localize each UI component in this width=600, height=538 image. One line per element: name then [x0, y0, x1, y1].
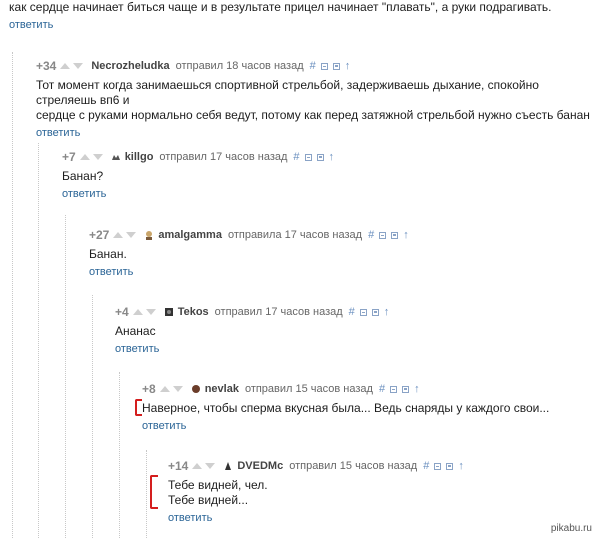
downvote-icon[interactable]	[145, 309, 156, 315]
comment-header: +14 DVEDMc отправил 15 часов назад # ↑	[168, 458, 464, 474]
downvote-icon[interactable]	[92, 154, 103, 160]
comment-header: +8 nevlak отправил 15 часов назад # ↑	[142, 381, 549, 397]
upvote-icon[interactable]	[159, 386, 170, 392]
author-name[interactable]: Tekos	[178, 306, 209, 318]
save-icon[interactable]	[316, 153, 324, 161]
downvote-icon[interactable]	[73, 63, 84, 69]
timestamp: отправила 17 часов назад	[227, 229, 363, 241]
save-icon[interactable]	[332, 62, 340, 70]
upvote-icon[interactable]	[192, 463, 203, 469]
parent-arrow-icon[interactable]: ↑	[414, 383, 420, 395]
comment-text-line: сердце с руками нормально себя ведут, по…	[36, 108, 590, 122]
reply-link[interactable]: ответить	[142, 420, 186, 432]
rating: +7	[62, 150, 76, 164]
collapse-icon[interactable]	[320, 62, 328, 70]
watermark-logo: pikabu.ru	[550, 523, 592, 534]
parent-arrow-icon[interactable]: ↑	[345, 60, 351, 72]
red-bracket-mark	[150, 475, 158, 509]
comment-dvedmc: +14 DVEDMc отправил 15 часов назад # ↑ Т…	[168, 458, 464, 526]
parent-arrow-icon[interactable]: ↑	[329, 151, 335, 163]
comment-text-line: Тебе видней...	[168, 493, 249, 507]
permalink-icon[interactable]: #	[349, 306, 355, 318]
save-icon[interactable]	[391, 231, 399, 239]
upvote-icon[interactable]	[79, 154, 90, 160]
comment-header: +27 amalgamma отправила 17 часов назад #…	[89, 227, 409, 243]
timestamp: отправил 18 часов назад	[175, 60, 304, 72]
comment-header: +34 Necrozheludka отправил 18 часов наза…	[36, 58, 600, 74]
comment-text-line: Банан?	[62, 169, 104, 183]
permalink-icon[interactable]: #	[368, 229, 374, 241]
comment-text-line: Наверное, чтобы сперма вкусная была... В…	[142, 401, 550, 415]
rating: +4	[115, 305, 129, 319]
avatar	[223, 461, 233, 471]
avatar	[111, 152, 121, 162]
comment-previous: как сердце начинает биться чаще и в резу…	[9, 0, 552, 33]
reply-link[interactable]: ответить	[36, 127, 80, 139]
permalink-icon[interactable]: #	[423, 460, 429, 472]
timestamp: отправил 15 часов назад	[244, 383, 373, 395]
avatar	[164, 307, 174, 317]
upvote-icon[interactable]	[60, 63, 71, 69]
thread-line-2	[38, 143, 39, 538]
author-name[interactable]: killgo	[125, 151, 154, 163]
save-icon[interactable]	[402, 385, 410, 393]
author-name[interactable]: nevlak	[205, 383, 239, 395]
comment-amalgamma: +27 amalgamma отправила 17 часов назад #…	[89, 227, 409, 280]
permalink-icon[interactable]: #	[379, 383, 385, 395]
rating: +8	[142, 382, 156, 396]
collapse-icon[interactable]	[304, 153, 312, 161]
reply-link[interactable]: ответить	[89, 266, 133, 278]
comment-text-line: Тебе видней, чел.	[168, 478, 268, 492]
comment-necrozheludka: +34 Necrozheludka отправил 18 часов наза…	[36, 58, 600, 141]
comment-tekos: +4 Tekos отправил 17 часов назад # ↑ Ана…	[115, 304, 389, 357]
comment-text: как сердце начинает биться чаще и в резу…	[9, 0, 552, 14]
permalink-icon[interactable]: #	[293, 151, 299, 163]
reply-link[interactable]: ответить	[168, 512, 212, 524]
parent-arrow-icon[interactable]: ↑	[458, 460, 464, 472]
comment-nevlak: +8 nevlak отправил 15 часов назад # ↑ На…	[142, 381, 549, 434]
reply-link[interactable]: ответить	[62, 188, 106, 200]
collapse-icon[interactable]	[390, 385, 398, 393]
thread-line-1	[12, 52, 13, 538]
collapse-icon[interactable]	[379, 231, 387, 239]
timestamp: отправил 15 часов назад	[289, 460, 418, 472]
comment-header: +4 Tekos отправил 17 часов назад # ↑	[115, 304, 389, 320]
rating: +27	[89, 228, 110, 242]
avatar	[144, 230, 154, 240]
reply-link[interactable]: ответить	[9, 19, 53, 31]
parent-arrow-icon[interactable]: ↑	[403, 229, 409, 241]
parent-arrow-icon[interactable]: ↑	[384, 306, 390, 318]
permalink-icon[interactable]: #	[310, 60, 316, 72]
timestamp: отправил 17 часов назад	[214, 306, 343, 318]
comment-text-line: Ананас	[115, 324, 156, 338]
thread-line-4	[92, 295, 93, 538]
comment-header: +7 killgo отправил 17 часов назад # ↑	[62, 149, 334, 165]
comment-text-line: Банан.	[89, 247, 127, 261]
comment-killgo: +7 killgo отправил 17 часов назад # ↑ Ба…	[62, 149, 334, 202]
comment-text-line: Тот момент когда занимаешься спортивной …	[36, 78, 539, 107]
rating: +34	[36, 59, 57, 73]
thread-line-5	[119, 372, 120, 538]
thread-line-6	[146, 450, 147, 538]
timestamp: отправил 17 часов назад	[159, 151, 288, 163]
upvote-icon[interactable]	[113, 232, 124, 238]
red-bracket-mark	[135, 399, 142, 416]
thread-line-3	[65, 215, 66, 538]
avatar	[191, 384, 201, 394]
collapse-icon[interactable]	[359, 308, 367, 316]
downvote-icon[interactable]	[205, 463, 216, 469]
author-name[interactable]: amalgamma	[158, 229, 222, 241]
collapse-icon[interactable]	[434, 462, 442, 470]
author-name[interactable]: DVEDMc	[237, 460, 283, 472]
downvote-icon[interactable]	[126, 232, 137, 238]
save-icon[interactable]	[446, 462, 454, 470]
save-icon[interactable]	[371, 308, 379, 316]
reply-link[interactable]: ответить	[115, 343, 159, 355]
rating: +14	[168, 459, 189, 473]
author-name[interactable]: Necrozheludka	[91, 60, 169, 72]
downvote-icon[interactable]	[172, 386, 183, 392]
upvote-icon[interactable]	[132, 309, 143, 315]
